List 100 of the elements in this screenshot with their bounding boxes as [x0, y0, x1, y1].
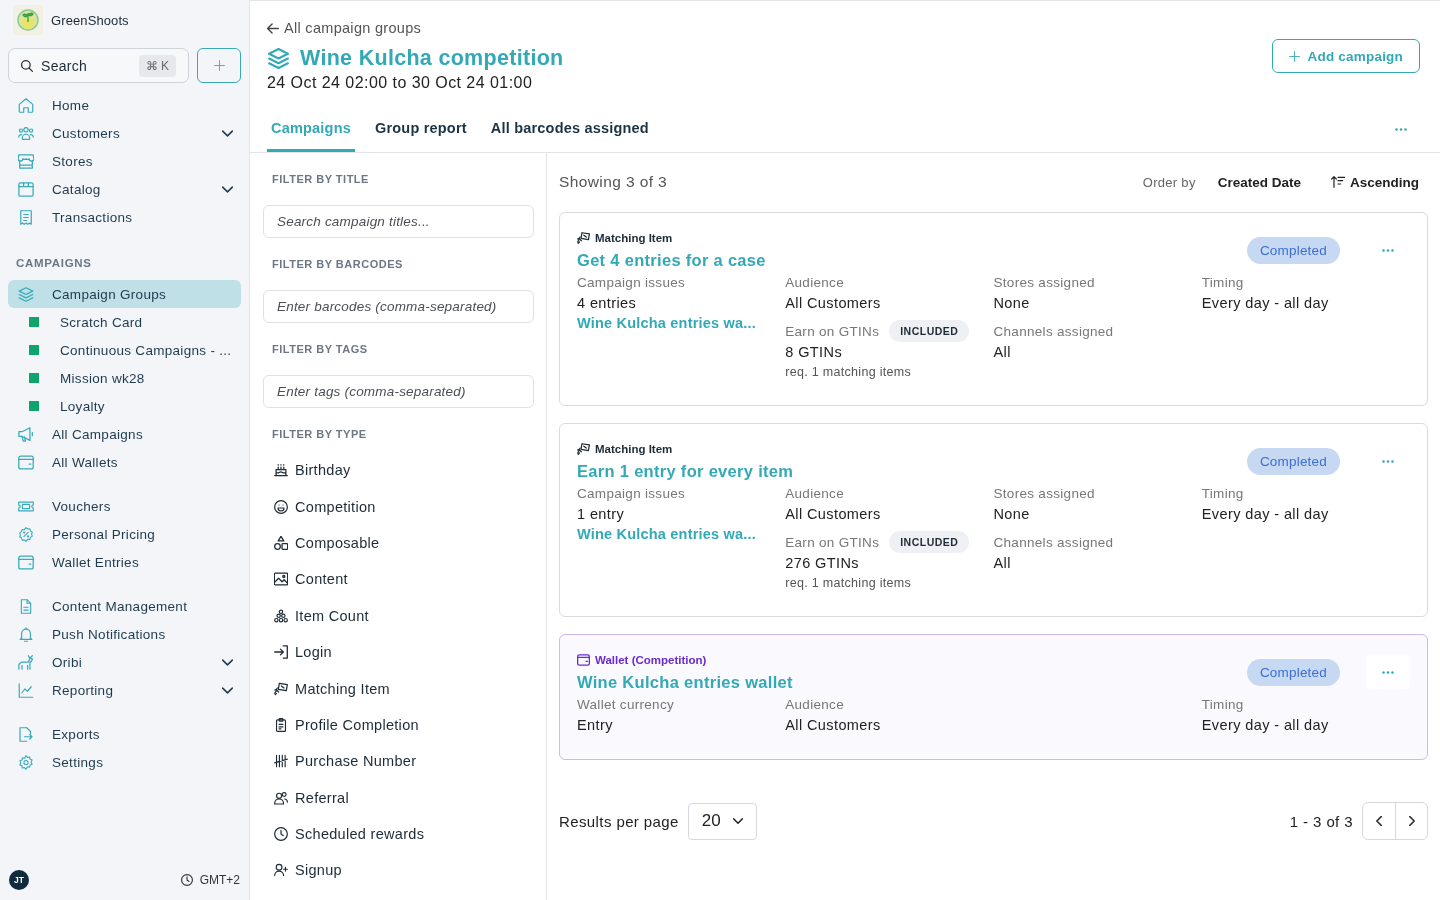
- field-label: Timing: [1201, 696, 1244, 712]
- field-label: Audience: [785, 485, 844, 501]
- ticket-icon: [18, 498, 34, 514]
- wallet-icon: [577, 654, 590, 666]
- plus-icon: [213, 60, 225, 71]
- field-label: Stores assigned: [993, 274, 1095, 290]
- nav-item[interactable]: Reporting: [8, 676, 241, 704]
- filter-heading: FILTER BY TAGS: [271, 342, 368, 356]
- back-link[interactable]: All campaign groups: [267, 18, 422, 38]
- stacked-circles-icon: [274, 608, 288, 623]
- type-option[interactable]: Scheduled rewards: [263, 815, 431, 853]
- nav-item[interactable]: Campaign Groups: [8, 280, 241, 308]
- nav-item[interactable]: Home: [8, 91, 241, 119]
- tab[interactable]: Group report: [370, 106, 471, 152]
- included-tag: INCLUDED: [889, 320, 970, 342]
- status-badge: Completed: [1246, 236, 1340, 264]
- filter-heading: FILTER BY BARCODES: [271, 257, 403, 271]
- field-label: Earn on GTINs: [785, 323, 880, 339]
- type-option[interactable]: Login: [263, 633, 338, 671]
- nav-item[interactable]: Oribi: [8, 648, 241, 676]
- tab[interactable]: All barcodes assigned: [486, 106, 653, 152]
- field-value: Every day - all day: [1201, 716, 1329, 735]
- type-option[interactable]: Purchase Number: [263, 743, 423, 780]
- status-badge: Completed: [1246, 447, 1340, 475]
- percent-badge-icon: [18, 526, 34, 542]
- type-option[interactable]: Competition: [263, 488, 382, 525]
- field-label: Campaign issues: [577, 274, 686, 290]
- shapes-icon: [274, 535, 288, 550]
- field-label: Timing: [1201, 274, 1244, 290]
- nav-item[interactable]: Customers: [8, 119, 241, 147]
- type-option[interactable]: Matching Item: [263, 670, 396, 707]
- nav-item[interactable]: All Campaigns: [8, 420, 241, 448]
- smiley-icon: [274, 499, 288, 514]
- nav-item[interactable]: Push Notifications: [8, 620, 241, 648]
- field-value: 8 GTINs: [785, 343, 843, 362]
- nav-item[interactable]: Settings: [8, 748, 241, 776]
- included-tag: INCLUDED: [889, 531, 970, 553]
- type-option[interactable]: Content: [263, 561, 354, 598]
- order-label: Order by: [1142, 174, 1196, 190]
- arrow-left-icon: [267, 22, 279, 34]
- nav-subitem[interactable]: Continuous Campaigns - ...: [8, 336, 241, 364]
- arrow-card-icon: [577, 232, 590, 244]
- field-label: Channels assigned: [993, 534, 1114, 550]
- filter-input[interactable]: Enter barcodes (comma-separated): [263, 290, 534, 323]
- nav-item[interactable]: Stores: [8, 147, 241, 175]
- campaign-type: Matching Item: [595, 442, 673, 456]
- nav-item[interactable]: Exports: [8, 720, 241, 748]
- user-avatar[interactable]: JT: [9, 870, 29, 890]
- filter-input[interactable]: Enter tags (comma-separated): [263, 375, 534, 408]
- type-option[interactable]: Referral: [263, 779, 355, 816]
- shortcut-hint: ⌘ K: [138, 54, 176, 77]
- type-option[interactable]: Item Count: [263, 597, 375, 634]
- field-note: req. 1 matching items: [785, 575, 912, 591]
- users-icon: [274, 790, 288, 805]
- nav-subitem[interactable]: Loyalty: [8, 392, 241, 420]
- home-icon: [18, 97, 34, 113]
- nav-subitem[interactable]: Scratch Card: [8, 308, 241, 336]
- chevron-down-icon: [732, 818, 743, 824]
- field-value: Every day - all day: [1201, 505, 1329, 524]
- field-label: Channels assigned: [993, 323, 1114, 339]
- field-label: Audience: [785, 696, 844, 712]
- date-range: 24 Oct 24 02:00 to 30 Oct 24 01:00: [267, 73, 533, 93]
- type-option[interactable]: Birthday: [263, 452, 357, 489]
- per-page-label: Results per page: [559, 812, 679, 830]
- document-icon: [18, 598, 34, 614]
- filter-input[interactable]: Search campaign titles...: [263, 205, 534, 238]
- plus-icon: [1288, 50, 1300, 62]
- more-icon: [1382, 670, 1394, 674]
- nav-subitem[interactable]: Mission wk28: [8, 364, 241, 392]
- type-option[interactable]: Composable: [263, 524, 386, 562]
- field-value: None: [993, 505, 1030, 524]
- nav-item[interactable]: All Wallets: [8, 448, 241, 476]
- sort-direction-button[interactable]: Ascending: [1331, 174, 1419, 190]
- nav-item[interactable]: Catalog: [8, 175, 241, 203]
- sort-field-button[interactable]: Created Date: [1217, 174, 1301, 190]
- per-page-select[interactable]: 20: [687, 802, 757, 840]
- login-icon: [274, 645, 288, 660]
- field-value: Every day - all day: [1201, 294, 1329, 313]
- cake-icon: [274, 463, 288, 478]
- tally-marks-icon: [274, 754, 288, 769]
- campaign-type: Matching Item: [595, 231, 673, 245]
- type-option[interactable]: Profile Completion: [263, 706, 425, 744]
- nav-item[interactable]: Content Management: [8, 592, 241, 620]
- field-value: 276 GTINs: [785, 554, 859, 573]
- new-button[interactable]: [197, 48, 241, 83]
- nav-item[interactable]: Transactions: [8, 203, 241, 231]
- wallet-icon: [18, 454, 34, 470]
- field-value: None: [993, 294, 1030, 313]
- field-value: All Customers: [785, 294, 881, 313]
- store-icon: [18, 153, 34, 169]
- field-value: All Customers: [785, 716, 881, 735]
- type-option[interactable]: Signup: [263, 852, 348, 889]
- field-label: Audience: [785, 274, 844, 290]
- nav-item[interactable]: Vouchers: [8, 492, 241, 520]
- field-label: Campaign issues: [577, 485, 686, 501]
- clipboard-icon: [274, 717, 288, 732]
- page-range: 1 - 3 of 3: [1289, 812, 1353, 830]
- nav-item[interactable]: Personal Pricing: [8, 520, 241, 548]
- search-button[interactable]: Search ⌘ K: [8, 48, 189, 83]
- nav-item[interactable]: Wallet Entries: [8, 548, 241, 576]
